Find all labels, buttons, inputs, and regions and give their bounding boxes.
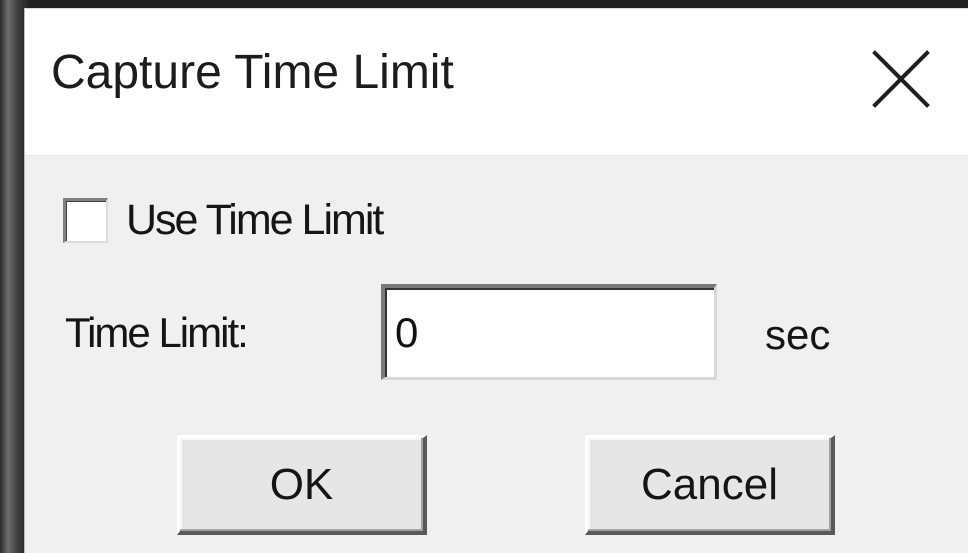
time-limit-unit: sec — [765, 311, 831, 358]
capture-time-limit-dialog: Capture Time Limit Use Time Limit Time L… — [24, 8, 968, 553]
dialog-title-bar: Capture Time Limit — [25, 9, 968, 156]
use-time-limit-option[interactable]: Use Time Limit — [63, 192, 384, 248]
time-limit-label: Time Limit: — [65, 309, 249, 356]
dialog-title: Capture Time Limit — [51, 46, 454, 99]
use-time-limit-checkbox[interactable] — [63, 197, 108, 243]
close-button[interactable] — [867, 45, 935, 113]
cancel-button[interactable]: Cancel — [585, 435, 835, 535]
use-time-limit-label: Use Time Limit — [126, 196, 384, 244]
close-icon — [872, 50, 930, 108]
time-limit-input[interactable] — [381, 284, 717, 380]
ok-button[interactable]: OK — [177, 435, 427, 535]
